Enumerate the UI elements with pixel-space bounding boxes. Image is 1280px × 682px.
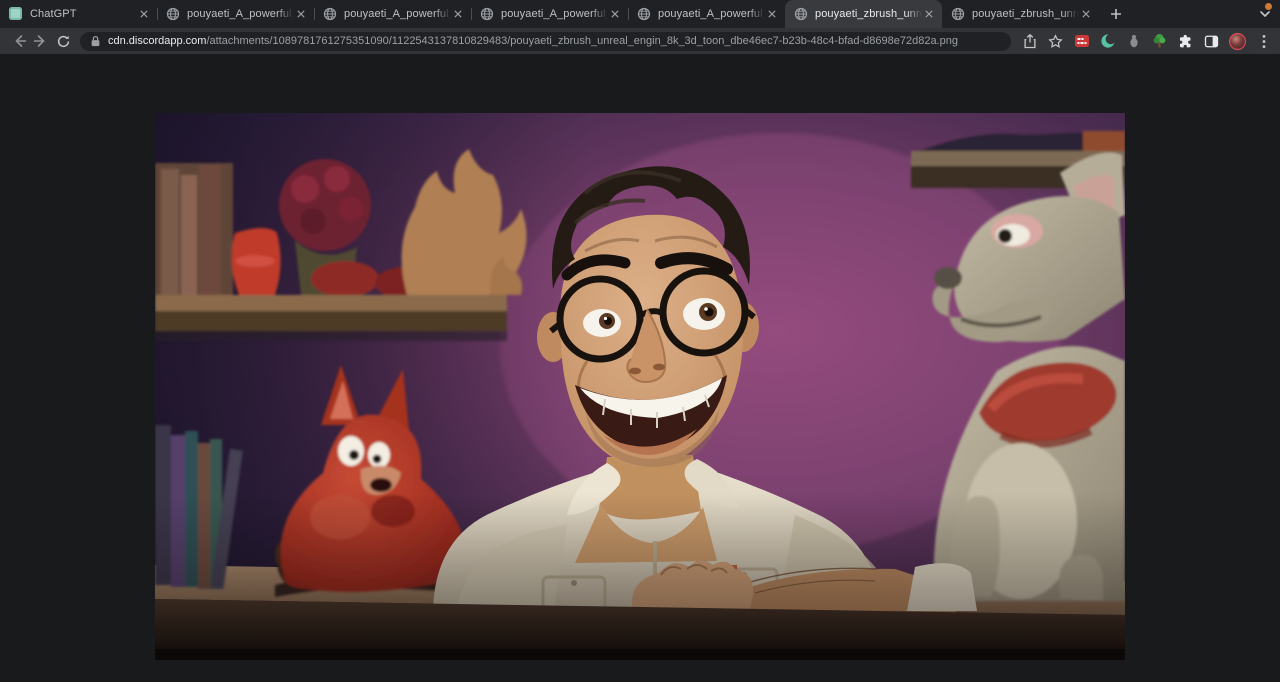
- url-domain: cdn.discordapp.com: [108, 35, 206, 47]
- tab-title: pouyaeti_zbrush_unreal_engin: [972, 8, 1079, 20]
- url-path: /attachments/1089781761275351090/1122543…: [206, 35, 958, 47]
- reload-button[interactable]: [52, 30, 74, 52]
- tab-favicon: [637, 7, 651, 21]
- share-icon[interactable]: [1021, 33, 1038, 50]
- lock-icon: [90, 35, 101, 47]
- profile-avatar[interactable]: [1229, 33, 1246, 50]
- address-bar[interactable]: cdn.discordapp.com/attachments/108978176…: [80, 32, 1011, 51]
- tab[interactable]: pouyaeti_A_powerful_modern: [471, 0, 628, 28]
- tab[interactable]: pouyaeti_A_powerful_modern: [314, 0, 471, 28]
- reload-icon: [56, 34, 71, 49]
- browser-toolbar: cdn.discordapp.com/attachments/108978176…: [0, 28, 1280, 54]
- tab[interactable]: pouyaeti_A_powerful_modern: [157, 0, 314, 28]
- mouse-extension-icon[interactable]: [1125, 33, 1142, 50]
- back-arrow-icon: [11, 33, 27, 49]
- cartoon-scene: [155, 113, 1125, 660]
- tab-close-button[interactable]: [922, 7, 936, 21]
- tab-title: ChatGPT: [30, 8, 137, 20]
- chatgpt-icon: [9, 7, 22, 20]
- cat-mouth: [370, 478, 392, 492]
- browser-window: ChatGPT pouyaeti_A_powerful_modern: [0, 0, 1280, 682]
- page-content: [0, 54, 1280, 682]
- cat-right-eye: [368, 442, 390, 468]
- tab-close-button[interactable]: [294, 7, 308, 21]
- tab-close-button[interactable]: [451, 7, 465, 21]
- tree-extension-icon[interactable]: [1151, 33, 1168, 50]
- tab-title: pouyaeti_A_powerful_modern: [658, 8, 765, 20]
- globe-icon: [637, 7, 651, 21]
- plus-icon: [1109, 7, 1123, 21]
- new-tab-button[interactable]: [1103, 0, 1129, 28]
- tab-title: pouyaeti_A_powerful_modern: [187, 8, 294, 20]
- dog-eye: [998, 229, 1012, 243]
- globe-icon: [323, 7, 337, 21]
- url-text: cdn.discordapp.com/attachments/108978176…: [108, 35, 958, 47]
- side-panel-icon[interactable]: [1203, 33, 1220, 50]
- menu-dots-icon[interactable]: [1255, 33, 1272, 50]
- tab-close-button[interactable]: [137, 7, 151, 21]
- tab-close-button[interactable]: [765, 7, 779, 21]
- forward-button[interactable]: [30, 30, 52, 52]
- forward-arrow-icon: [33, 33, 49, 49]
- extensions-puzzle-icon[interactable]: [1177, 33, 1194, 50]
- tab-title: pouyaeti_zbrush_unreal_engin: [815, 8, 922, 20]
- dog-nose: [934, 267, 962, 289]
- dark-reader-extension-icon[interactable]: [1099, 33, 1116, 50]
- globe-icon: [480, 7, 494, 21]
- notification-dot: [1265, 3, 1272, 10]
- back-button[interactable]: [8, 30, 30, 52]
- globe-icon: [166, 7, 180, 21]
- globe-icon: [951, 7, 965, 21]
- globe-icon: [794, 7, 808, 21]
- tab-favicon: [951, 7, 965, 21]
- tab-strip: ChatGPT pouyaeti_A_powerful_modern: [0, 0, 1280, 28]
- tab-title: pouyaeti_A_powerful_modern: [344, 8, 451, 20]
- tab[interactable]: pouyaeti_zbrush_unreal_engin: [785, 0, 942, 28]
- tab-favicon: [166, 7, 180, 21]
- bookmark-star-icon[interactable]: [1047, 33, 1064, 50]
- tab-favicon: [323, 7, 337, 21]
- tab-title: pouyaeti_A_powerful_modern: [501, 8, 608, 20]
- tabs-container: ChatGPT pouyaeti_A_powerful_modern: [0, 0, 1099, 28]
- tab[interactable]: pouyaeti_zbrush_unreal_engin: [942, 0, 1099, 28]
- attachment-image[interactable]: [155, 113, 1125, 660]
- tab-close-button[interactable]: [1079, 7, 1093, 21]
- tab-close-button[interactable]: [608, 7, 622, 21]
- tab[interactable]: ChatGPT: [0, 0, 157, 28]
- left-wall-shelf: [155, 149, 527, 341]
- tab-favicon: [9, 7, 23, 21]
- tab-favicon: [480, 7, 494, 21]
- idm-extension-icon[interactable]: [1073, 33, 1090, 50]
- tab-favicon: [794, 7, 808, 21]
- tab[interactable]: pouyaeti_A_powerful_modern: [628, 0, 785, 28]
